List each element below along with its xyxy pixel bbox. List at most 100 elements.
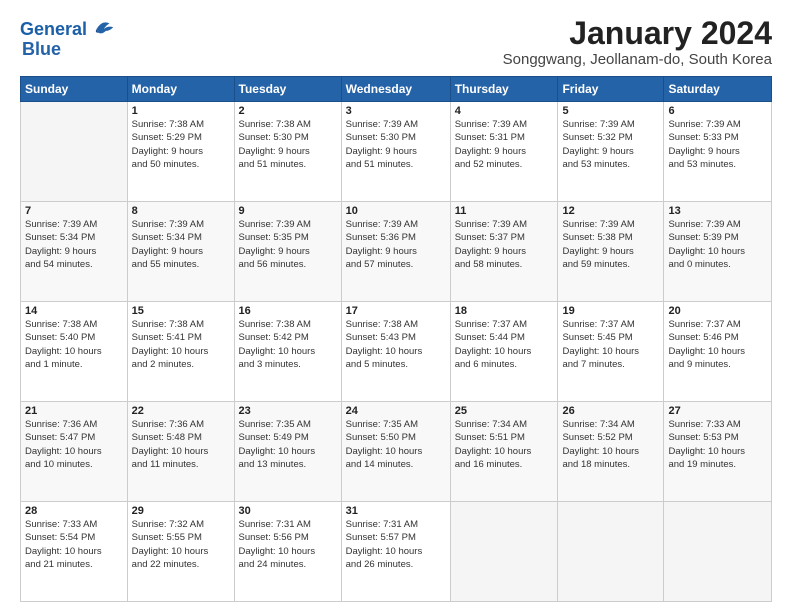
- calendar-cell: 11Sunrise: 7:39 AM Sunset: 5:37 PM Dayli…: [450, 202, 558, 302]
- day-info: Sunrise: 7:38 AM Sunset: 5:41 PM Dayligh…: [132, 318, 230, 371]
- calendar-cell: 26Sunrise: 7:34 AM Sunset: 5:52 PM Dayli…: [558, 402, 664, 502]
- col-header-monday: Monday: [127, 77, 234, 102]
- day-number: 8: [132, 205, 230, 217]
- day-number: 13: [668, 205, 767, 217]
- day-number: 30: [239, 505, 337, 517]
- calendar-cell: 10Sunrise: 7:39 AM Sunset: 5:36 PM Dayli…: [341, 202, 450, 302]
- day-info: Sunrise: 7:35 AM Sunset: 5:49 PM Dayligh…: [239, 418, 337, 471]
- col-header-wednesday: Wednesday: [341, 77, 450, 102]
- day-info: Sunrise: 7:39 AM Sunset: 5:30 PM Dayligh…: [346, 118, 446, 171]
- day-number: 10: [346, 205, 446, 217]
- calendar-cell: [21, 102, 128, 202]
- calendar-cell: 19Sunrise: 7:37 AM Sunset: 5:45 PM Dayli…: [558, 302, 664, 402]
- calendar-cell: 3Sunrise: 7:39 AM Sunset: 5:30 PM Daylig…: [341, 102, 450, 202]
- day-number: 17: [346, 305, 446, 317]
- calendar-week-4: 21Sunrise: 7:36 AM Sunset: 5:47 PM Dayli…: [21, 402, 772, 502]
- day-info: Sunrise: 7:34 AM Sunset: 5:51 PM Dayligh…: [455, 418, 554, 471]
- calendar-cell: 23Sunrise: 7:35 AM Sunset: 5:49 PM Dayli…: [234, 402, 341, 502]
- day-number: 4: [455, 105, 554, 117]
- day-info: Sunrise: 7:39 AM Sunset: 5:34 PM Dayligh…: [25, 218, 123, 271]
- day-info: Sunrise: 7:31 AM Sunset: 5:56 PM Dayligh…: [239, 518, 337, 571]
- calendar-cell: 21Sunrise: 7:36 AM Sunset: 5:47 PM Dayli…: [21, 402, 128, 502]
- day-number: 21: [25, 405, 123, 417]
- day-info: Sunrise: 7:37 AM Sunset: 5:45 PM Dayligh…: [562, 318, 659, 371]
- day-number: 23: [239, 405, 337, 417]
- day-number: 18: [455, 305, 554, 317]
- calendar-week-5: 28Sunrise: 7:33 AM Sunset: 5:54 PM Dayli…: [21, 502, 772, 602]
- day-number: 6: [668, 105, 767, 117]
- day-info: Sunrise: 7:36 AM Sunset: 5:48 PM Dayligh…: [132, 418, 230, 471]
- calendar-cell: 29Sunrise: 7:32 AM Sunset: 5:55 PM Dayli…: [127, 502, 234, 602]
- col-header-tuesday: Tuesday: [234, 77, 341, 102]
- header: General Blue January 2024 Songgwang, Jeo…: [20, 16, 772, 68]
- day-number: 27: [668, 405, 767, 417]
- calendar-cell: 18Sunrise: 7:37 AM Sunset: 5:44 PM Dayli…: [450, 302, 558, 402]
- calendar-cell: 8Sunrise: 7:39 AM Sunset: 5:34 PM Daylig…: [127, 202, 234, 302]
- calendar-cell: [450, 502, 558, 602]
- day-number: 1: [132, 105, 230, 117]
- col-header-saturday: Saturday: [664, 77, 772, 102]
- calendar-cell: 4Sunrise: 7:39 AM Sunset: 5:31 PM Daylig…: [450, 102, 558, 202]
- logo-blue-text: Blue: [22, 40, 61, 60]
- day-info: Sunrise: 7:32 AM Sunset: 5:55 PM Dayligh…: [132, 518, 230, 571]
- calendar-week-3: 14Sunrise: 7:38 AM Sunset: 5:40 PM Dayli…: [21, 302, 772, 402]
- calendar-cell: 25Sunrise: 7:34 AM Sunset: 5:51 PM Dayli…: [450, 402, 558, 502]
- day-info: Sunrise: 7:39 AM Sunset: 5:38 PM Dayligh…: [562, 218, 659, 271]
- day-number: 20: [668, 305, 767, 317]
- logo-bird-icon: [89, 16, 117, 44]
- day-info: Sunrise: 7:34 AM Sunset: 5:52 PM Dayligh…: [562, 418, 659, 471]
- col-header-thursday: Thursday: [450, 77, 558, 102]
- day-info: Sunrise: 7:38 AM Sunset: 5:42 PM Dayligh…: [239, 318, 337, 371]
- day-info: Sunrise: 7:37 AM Sunset: 5:44 PM Dayligh…: [455, 318, 554, 371]
- calendar-cell: [558, 502, 664, 602]
- day-info: Sunrise: 7:39 AM Sunset: 5:32 PM Dayligh…: [562, 118, 659, 171]
- calendar-cell: 15Sunrise: 7:38 AM Sunset: 5:41 PM Dayli…: [127, 302, 234, 402]
- calendar-cell: 24Sunrise: 7:35 AM Sunset: 5:50 PM Dayli…: [341, 402, 450, 502]
- logo-text: General: [20, 20, 87, 40]
- day-info: Sunrise: 7:38 AM Sunset: 5:43 PM Dayligh…: [346, 318, 446, 371]
- day-info: Sunrise: 7:39 AM Sunset: 5:39 PM Dayligh…: [668, 218, 767, 271]
- calendar-cell: 16Sunrise: 7:38 AM Sunset: 5:42 PM Dayli…: [234, 302, 341, 402]
- day-number: 7: [25, 205, 123, 217]
- main-title: January 2024: [503, 16, 772, 51]
- day-info: Sunrise: 7:39 AM Sunset: 5:31 PM Dayligh…: [455, 118, 554, 171]
- day-number: 25: [455, 405, 554, 417]
- day-number: 16: [239, 305, 337, 317]
- calendar-cell: 2Sunrise: 7:38 AM Sunset: 5:30 PM Daylig…: [234, 102, 341, 202]
- day-info: Sunrise: 7:39 AM Sunset: 5:37 PM Dayligh…: [455, 218, 554, 271]
- logo: General Blue: [20, 16, 117, 60]
- day-number: 22: [132, 405, 230, 417]
- calendar-header-row: SundayMondayTuesdayWednesdayThursdayFrid…: [21, 77, 772, 102]
- calendar-week-2: 7Sunrise: 7:39 AM Sunset: 5:34 PM Daylig…: [21, 202, 772, 302]
- day-number: 14: [25, 305, 123, 317]
- calendar-cell: 17Sunrise: 7:38 AM Sunset: 5:43 PM Dayli…: [341, 302, 450, 402]
- day-info: Sunrise: 7:37 AM Sunset: 5:46 PM Dayligh…: [668, 318, 767, 371]
- day-info: Sunrise: 7:38 AM Sunset: 5:40 PM Dayligh…: [25, 318, 123, 371]
- day-number: 24: [346, 405, 446, 417]
- day-info: Sunrise: 7:38 AM Sunset: 5:29 PM Dayligh…: [132, 118, 230, 171]
- day-number: 3: [346, 105, 446, 117]
- day-number: 15: [132, 305, 230, 317]
- day-number: 28: [25, 505, 123, 517]
- calendar-cell: 6Sunrise: 7:39 AM Sunset: 5:33 PM Daylig…: [664, 102, 772, 202]
- day-info: Sunrise: 7:39 AM Sunset: 5:34 PM Dayligh…: [132, 218, 230, 271]
- day-number: 2: [239, 105, 337, 117]
- calendar-table: SundayMondayTuesdayWednesdayThursdayFrid…: [20, 76, 772, 602]
- day-info: Sunrise: 7:33 AM Sunset: 5:54 PM Dayligh…: [25, 518, 123, 571]
- calendar-cell: 27Sunrise: 7:33 AM Sunset: 5:53 PM Dayli…: [664, 402, 772, 502]
- calendar-cell: 13Sunrise: 7:39 AM Sunset: 5:39 PM Dayli…: [664, 202, 772, 302]
- day-number: 19: [562, 305, 659, 317]
- calendar-cell: 9Sunrise: 7:39 AM Sunset: 5:35 PM Daylig…: [234, 202, 341, 302]
- calendar-cell: 12Sunrise: 7:39 AM Sunset: 5:38 PM Dayli…: [558, 202, 664, 302]
- day-number: 9: [239, 205, 337, 217]
- title-area: January 2024 Songgwang, Jeollanam-do, So…: [503, 16, 772, 68]
- calendar-cell: 31Sunrise: 7:31 AM Sunset: 5:57 PM Dayli…: [341, 502, 450, 602]
- calendar-cell: 5Sunrise: 7:39 AM Sunset: 5:32 PM Daylig…: [558, 102, 664, 202]
- day-info: Sunrise: 7:39 AM Sunset: 5:36 PM Dayligh…: [346, 218, 446, 271]
- day-number: 5: [562, 105, 659, 117]
- calendar-cell: 14Sunrise: 7:38 AM Sunset: 5:40 PM Dayli…: [21, 302, 128, 402]
- calendar-cell: 1Sunrise: 7:38 AM Sunset: 5:29 PM Daylig…: [127, 102, 234, 202]
- day-info: Sunrise: 7:38 AM Sunset: 5:30 PM Dayligh…: [239, 118, 337, 171]
- page: General Blue January 2024 Songgwang, Jeo…: [0, 0, 792, 612]
- calendar-cell: 22Sunrise: 7:36 AM Sunset: 5:48 PM Dayli…: [127, 402, 234, 502]
